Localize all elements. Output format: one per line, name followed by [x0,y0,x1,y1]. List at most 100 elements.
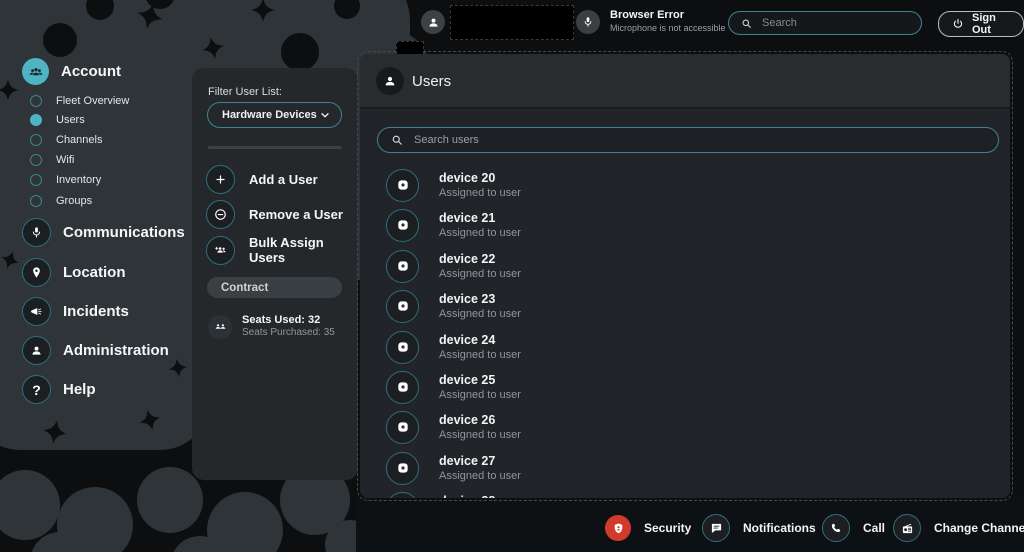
filter-user-panel: Filter User List: Hardware Devices Add a… [192,68,358,480]
subitem-label: Groups [56,195,93,207]
sidebar-item-label: Communications [63,224,185,241]
browser-error-notice: Browser Error Microphone is not accessib… [610,9,726,34]
sidebar-item-incidents[interactable]: Incidents [22,297,129,326]
radio-icon [893,514,921,542]
seats-purchased: Seats Purchased: 35 [242,327,335,338]
question-icon: ? [22,375,51,404]
radio-icon [30,195,42,207]
sidebar-item-wifi[interactable]: Wifi [30,154,74,166]
device-icon [386,491,419,498]
user-row-device-21[interactable]: device 21 Assigned to user [386,206,521,244]
sidebar-item-inventory[interactable]: Inventory [30,174,101,186]
user-row-device-20[interactable]: device 20 Assigned to user [386,166,521,204]
person-icon [376,67,404,95]
device-subtitle: Assigned to user [439,307,521,320]
device-title: device 24 [439,332,496,347]
subitem-label: Inventory [56,174,102,186]
app-window: Browser Error Microphone is not accessib… [0,0,1024,552]
sidebar-item-communications[interactable]: Communications [22,218,185,247]
filter-dropdown[interactable]: Hardware Devices [207,102,342,128]
sidebar-item-label: Administration [63,342,169,359]
global-search[interactable] [728,11,922,35]
device-title: device 20 [439,170,496,185]
sidebar-item-account[interactable]: Account [22,58,121,85]
chat-icon [702,514,730,542]
radio-icon [30,95,42,107]
device-subtitle: Assigned to user [439,186,521,199]
phone-icon [822,514,850,542]
device-title: device 22 [439,251,496,266]
plus-icon [206,165,235,194]
action-label: Bulk Assign Users [249,235,324,265]
sidebar-item-label: Location [63,264,126,281]
subitem-label: Users [56,114,85,126]
sidebar-item-administration[interactable]: Administration [22,336,169,365]
bottom-bar-label: Change Channel [934,521,1024,535]
user-row-device-27[interactable]: device 27 Assigned to user [386,449,521,487]
redacted-region [450,5,574,40]
device-icon [386,330,419,364]
change-channel-button[interactable]: Change Channel [893,514,1024,542]
device-icon [386,451,419,485]
notifications-button[interactable]: Notifications [702,514,816,542]
device-icon [386,370,419,404]
sidebar-item-users[interactable]: Users [30,114,85,126]
device-subtitle: Assigned to user [439,469,521,482]
sidebar-item-fleet-overview[interactable]: Fleet Overview [30,95,129,107]
add-user-button[interactable]: Add a User [206,165,318,194]
search-users-field[interactable] [377,127,999,153]
device-title: device 25 [439,372,496,387]
user-row-device-23[interactable]: device 23 Assigned to user [386,287,521,325]
device-title: device 28 [439,494,521,499]
action-label: Add a User [249,172,318,187]
user-row-device-26[interactable]: device 26 Assigned to user [386,408,521,446]
user-row-device-24[interactable]: device 24 Assigned to user [386,328,521,366]
sign-out-button[interactable]: Sign Out [938,11,1024,37]
sidebar-item-help[interactable]: ? Help [22,375,96,404]
filter-panel-title: Filter User List: [208,86,282,98]
radio-icon [30,134,42,146]
device-icon [386,168,419,202]
user-row-device-22[interactable]: device 22 Assigned to user [386,247,521,285]
security-button[interactable]: Security [605,515,691,541]
group-add-icon [206,235,235,265]
redacted-chip [396,41,424,54]
bottom-bar-label: Security [644,521,692,535]
sidebar-item-location[interactable]: Location [22,258,126,287]
chevron-down-icon [319,109,331,121]
contract-button[interactable]: Contract [207,277,342,298]
shield-icon [605,515,631,541]
users-panel-title: Users [412,73,452,90]
user-avatar[interactable] [421,10,445,34]
filter-dropdown-value: Hardware Devices [222,109,317,121]
device-title: device 27 [439,453,496,468]
user-row-device-25[interactable]: device 25 Assigned to user [386,368,521,406]
global-search-input[interactable] [760,16,909,30]
browser-error-subtitle: Microphone is not accessible [610,23,726,33]
browser-error-title: Browser Error [610,9,684,21]
seats-summary: Seats Used: 32 Seats Purchased: 35 [208,314,335,339]
device-title: device 21 [439,210,496,225]
radio-selected-icon [30,114,42,126]
bottom-bar-label: Call [863,521,886,535]
subitem-label: Fleet Overview [56,95,130,107]
divider [208,146,342,149]
sidebar-item-label: Incidents [63,303,129,320]
device-title: device 23 [439,291,496,306]
microphone-icon [22,218,51,247]
contract-label: Contract [221,281,269,294]
radio-icon [30,174,42,186]
search-icon [741,18,752,29]
user-row-device-28[interactable]: device 28Assigned to user [386,489,521,498]
map-pin-icon [22,258,51,287]
device-subtitle: Assigned to user [439,428,521,441]
device-icon [386,208,419,242]
sidebar-item-groups[interactable]: Groups [30,195,92,207]
sidebar-item-channels[interactable]: Channels [30,134,102,146]
search-users-input[interactable] [412,133,985,147]
action-label: Remove a User [249,207,343,222]
radio-icon [30,154,42,166]
remove-user-button[interactable]: Remove a User [206,200,343,229]
call-button[interactable]: Call [822,514,886,542]
bulk-assign-users-button[interactable]: Bulk Assign Users [206,235,358,265]
